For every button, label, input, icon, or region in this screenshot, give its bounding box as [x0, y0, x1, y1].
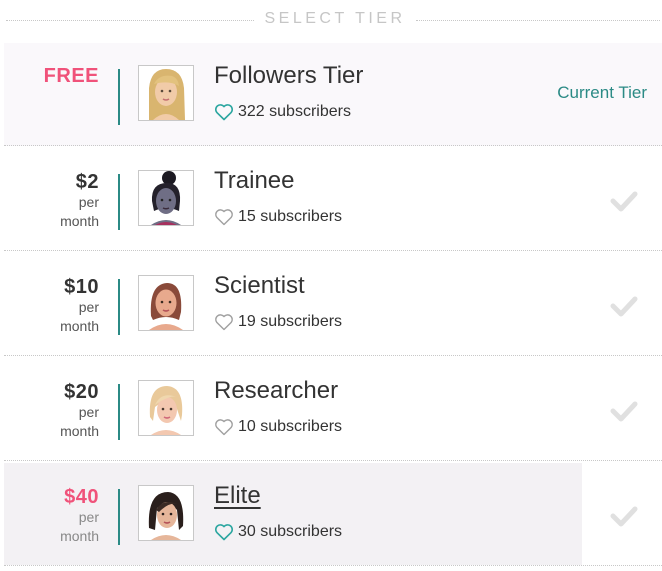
subscriber-count: 322 subscribers: [238, 103, 351, 120]
avatar: [138, 380, 194, 436]
tier-divider: [118, 279, 120, 335]
current-tier-label: Current Tier: [557, 83, 647, 102]
tier-price: FREE: [4, 65, 99, 87]
tier-subscribers: 10 subscribers: [214, 416, 342, 438]
tier-price-per: per: [78, 299, 99, 315]
tier-row-researcher[interactable]: $20 per month Researcher 10 subscribers: [4, 358, 662, 461]
tier-price-month: month: [60, 423, 99, 439]
tier-price-amount: $20: [64, 381, 99, 403]
heart-icon: [215, 209, 233, 226]
tier-price-month: month: [60, 318, 99, 334]
dark-bob-avatar: [139, 486, 193, 540]
tier-subscribers: 19 subscribers: [214, 311, 342, 333]
tier-divider: [118, 69, 120, 125]
tier-row-elite[interactable]: $40 per month Elite 30 subscribers: [4, 463, 662, 566]
auburn-hair-avatar: [139, 276, 193, 330]
tier-price: $20 per month: [4, 381, 99, 441]
header-divider-right: [416, 20, 660, 21]
tier-price-per: per: [78, 404, 99, 420]
tier-price-per: per: [78, 194, 99, 210]
heart-icon: [214, 524, 234, 541]
tier-subscribers: 30 subscribers: [214, 521, 342, 543]
tier-name[interactable]: Elite: [214, 481, 261, 511]
blonde-long-hair-avatar: [139, 66, 193, 120]
tier-subscribers: 15 subscribers: [214, 206, 342, 228]
tier-price-amount: FREE: [43, 65, 99, 87]
subscriber-count: 19 subscribers: [238, 313, 343, 330]
subscriber-count: 10 subscribers: [238, 418, 343, 435]
subscriber-count: 30 subscribers: [238, 523, 343, 540]
checkmark-icon: [610, 296, 638, 317]
tier-row-scientist[interactable]: $10 per month Scientist 19 subscribers: [4, 253, 662, 356]
heart-icon: [215, 314, 233, 331]
tier-subscribers: 322 subscribers: [214, 101, 351, 123]
tier-price: $40 per month: [4, 486, 99, 546]
heart-icon: [214, 104, 234, 121]
avatar: [138, 170, 194, 226]
tier-name: Trainee: [214, 167, 295, 194]
select-tier-title: SELECT TIER: [264, 10, 406, 27]
tier-price-amount: $40: [64, 486, 99, 508]
tier-name: Researcher: [214, 377, 339, 404]
tier-price-amount: $2: [75, 171, 99, 193]
select-tier-header: SELECT TIER: [0, 0, 662, 42]
heart-icon: [215, 419, 233, 436]
tier-price-month: month: [60, 528, 99, 544]
checkmark-icon: [610, 401, 638, 422]
avatar: [138, 275, 194, 331]
tier-price-amount: $10: [64, 276, 99, 298]
tier-price: $2 per month: [4, 171, 99, 231]
tier-divider: [118, 384, 120, 440]
tier-name: Followers Tier: [214, 62, 364, 89]
tier-price-per: per: [78, 509, 99, 525]
tier-row-followers[interactable]: FREE Followers Tier 322 subscribers Curr…: [4, 43, 662, 146]
header-divider-left: [6, 20, 254, 21]
checkmark-icon: [610, 506, 638, 527]
subscriber-count: 15 subscribers: [238, 208, 343, 225]
avatar: [138, 485, 194, 541]
checkmark-icon: [610, 191, 638, 212]
dark-hair-bun-avatar: [139, 171, 193, 225]
tier-divider: [118, 174, 120, 230]
tier-price-month: month: [60, 213, 99, 229]
blonde-bob-avatar: [139, 381, 193, 435]
avatar: [138, 65, 194, 121]
tier-name: Scientist: [214, 272, 305, 299]
tier-divider: [118, 489, 120, 545]
tier-price: $10 per month: [4, 276, 99, 336]
tier-row-trainee[interactable]: $2 per month Trainee 15 subscribers: [4, 148, 662, 251]
